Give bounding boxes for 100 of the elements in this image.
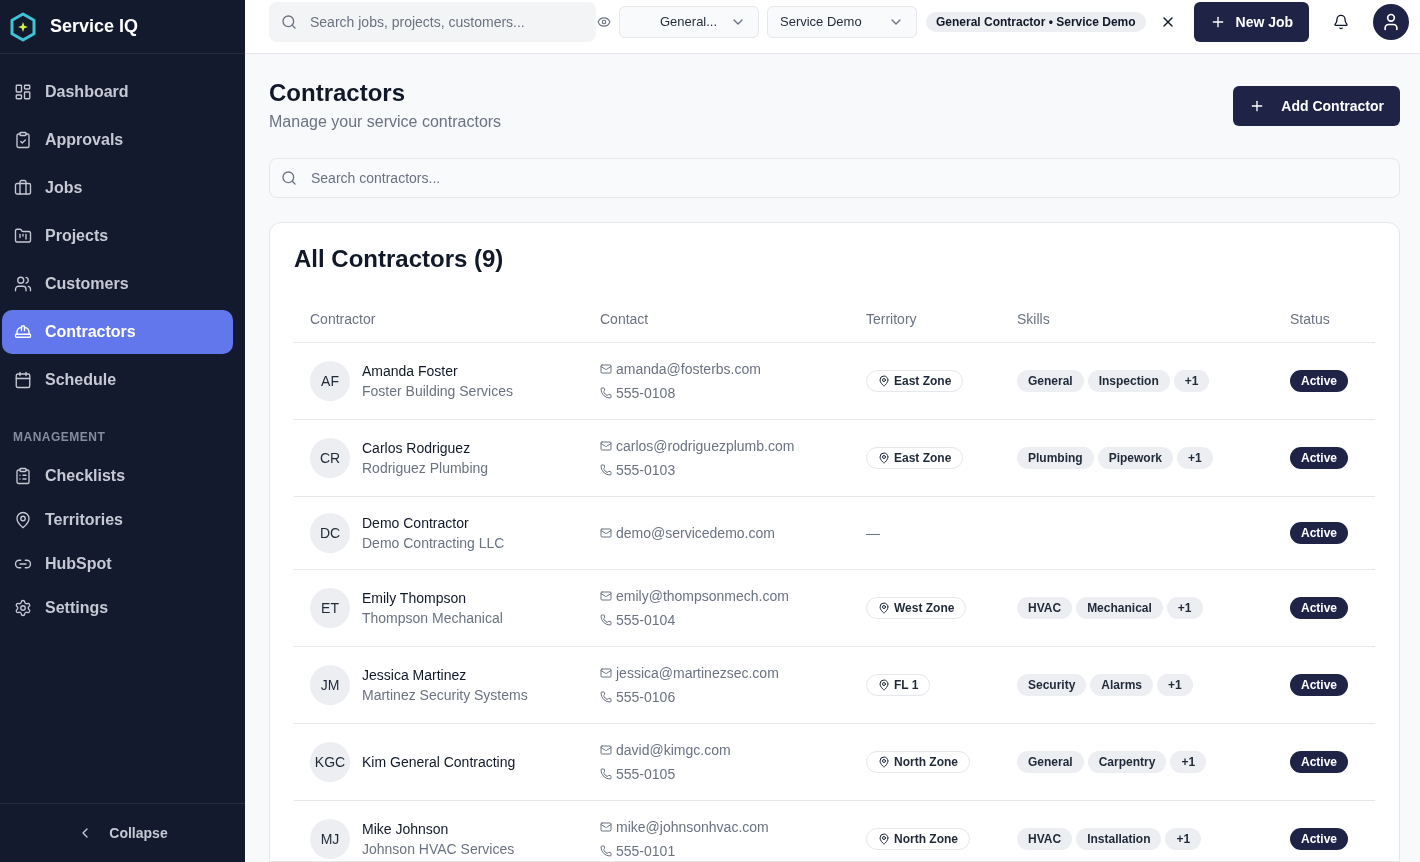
initials-avatar: MJ	[310, 819, 350, 859]
hexagon-logo-icon	[9, 11, 37, 42]
sidebar-item[interactable]: Customers	[2, 262, 233, 306]
search-icon	[281, 13, 297, 30]
folder-icon	[14, 227, 32, 245]
sidebar-item[interactable]: Projects	[2, 214, 233, 258]
phone-icon	[600, 845, 612, 857]
column-header: Skills	[1016, 310, 1051, 327]
sidebar-item[interactable]: Dashboard	[2, 70, 233, 114]
phone-icon	[600, 614, 612, 626]
context-tag: General Contractor • Service Demo	[926, 11, 1146, 32]
status-badge: Active	[1290, 751, 1349, 773]
sidebar-item[interactable]: Approvals	[2, 118, 233, 162]
clipboard-list-icon	[14, 467, 32, 485]
email-address: carlos@rodriguezplumb.com	[616, 437, 795, 456]
skill-tag: Carpentry	[1087, 751, 1167, 773]
dashboard-grid-icon	[14, 83, 32, 101]
dropdown[interactable]: General...	[619, 5, 759, 38]
hard-hat-icon	[14, 323, 32, 341]
phone-icon	[600, 387, 612, 399]
column-header: Contact	[599, 310, 650, 327]
contractor-name: Amanda Foster	[362, 362, 459, 381]
search-field[interactable]: Search contractors...	[269, 158, 1400, 198]
mail-icon	[600, 527, 612, 539]
status-badge: Active	[1290, 522, 1349, 544]
contractor-name: Kim General Contracting	[362, 753, 516, 772]
contractor-name: Demo Contractor	[362, 514, 470, 533]
contractor-name: Jessica Martinez	[362, 666, 468, 685]
territory-name: FL 1	[894, 678, 919, 692]
contractor-name: Mike Johnson	[362, 820, 450, 839]
new-job-button[interactable]: New Job	[1193, 1, 1310, 42]
page-title: Contractors	[269, 78, 407, 108]
dropdown[interactable]: Service Demo	[767, 5, 917, 38]
bell-icon[interactable]	[1333, 13, 1350, 30]
sidebar-item[interactable]: Jobs	[2, 166, 233, 210]
skill-tag: Alarms	[1090, 674, 1154, 696]
skill-tag: Installation	[1076, 828, 1162, 850]
skill-tag: Inspection	[1087, 370, 1170, 392]
card-title: All Contractors (9)	[294, 247, 505, 271]
sidebar-item[interactable]: Territories	[2, 500, 233, 540]
mail-icon	[600, 363, 612, 375]
company-name: Demo Contracting LLC	[362, 534, 505, 553]
section-label: MANAGEMENT	[13, 429, 107, 445]
initials-avatar: ET	[310, 588, 350, 628]
clipboard-check-icon	[14, 131, 32, 149]
company-name: Foster Building Services	[362, 382, 513, 401]
email-address: emily@thompsonmech.com	[616, 587, 789, 606]
mail-icon	[600, 744, 612, 756]
map-pin-icon	[878, 679, 890, 691]
sidebar-item[interactable]: Settings	[2, 588, 233, 628]
territory-name: North Zone	[894, 755, 958, 769]
skill-tag: Mechanical	[1076, 597, 1163, 619]
skill-tag: HVAC	[1017, 597, 1073, 619]
company-name: Thompson Mechanical	[362, 609, 503, 628]
mail-icon	[600, 821, 612, 833]
territory-name: West Zone	[894, 601, 955, 615]
map-pin-icon	[878, 833, 890, 845]
eye-icon[interactable]	[597, 14, 611, 29]
collapse-button[interactable]: Collapse	[69, 821, 176, 845]
sidebar-item[interactable]: HubSpot	[2, 544, 233, 584]
sidebar-item[interactable]: Contractors	[2, 310, 233, 354]
sidebar-item[interactable]: Checklists	[2, 456, 233, 496]
company-name: Johnson HVAC Services	[362, 840, 515, 859]
more-skills-tag: +1	[1173, 370, 1210, 392]
add-contractor-button[interactable]: Add Contractor	[1233, 86, 1400, 126]
status-badge: Active	[1290, 370, 1349, 392]
status-badge: Active	[1290, 597, 1349, 619]
initials-avatar: JM	[310, 665, 350, 705]
email-address: mike@johnsonhvac.com	[616, 818, 769, 837]
status-badge: Active	[1290, 674, 1349, 696]
more-skills-tag: +1	[1165, 828, 1202, 850]
sidebar-item[interactable]: Schedule	[2, 358, 233, 402]
initials-avatar: AF	[310, 361, 350, 401]
territory-name: East Zone	[894, 374, 952, 388]
company-name: Rodriguez Plumbing	[362, 459, 489, 478]
initials-avatar: DC	[310, 513, 350, 553]
column-header: Status	[1289, 310, 1331, 327]
empty-value: —	[866, 525, 880, 541]
company-name: Martinez Security Systems	[362, 686, 528, 705]
skill-tag: General	[1017, 751, 1084, 773]
column-header: Contractor	[309, 310, 377, 327]
initials-avatar: CR	[310, 438, 350, 478]
phone-number: 555-0105	[616, 765, 676, 784]
map-pin-icon	[878, 375, 890, 387]
phone-number: 555-0108	[616, 384, 676, 403]
avatar-button[interactable]	[1373, 3, 1410, 40]
more-skills-tag: +1	[1157, 674, 1193, 696]
more-skills-tag: +1	[1170, 751, 1207, 773]
skill-tag: HVAC	[1017, 828, 1073, 850]
map-pin-icon	[878, 756, 890, 768]
settings-icon	[14, 599, 32, 617]
phone-number: 555-0101	[616, 842, 676, 861]
search-icon	[281, 170, 297, 186]
search-field[interactable]: Search jobs, projects, customers...	[269, 1, 596, 42]
territory-name: East Zone	[894, 451, 952, 465]
skill-tag: Pipework	[1097, 447, 1174, 469]
skill-tag: Plumbing	[1017, 447, 1094, 469]
email-address: amanda@fosterbs.com	[616, 360, 761, 379]
phone-number: 555-0104	[616, 611, 676, 630]
status-badge: Active	[1290, 447, 1349, 469]
